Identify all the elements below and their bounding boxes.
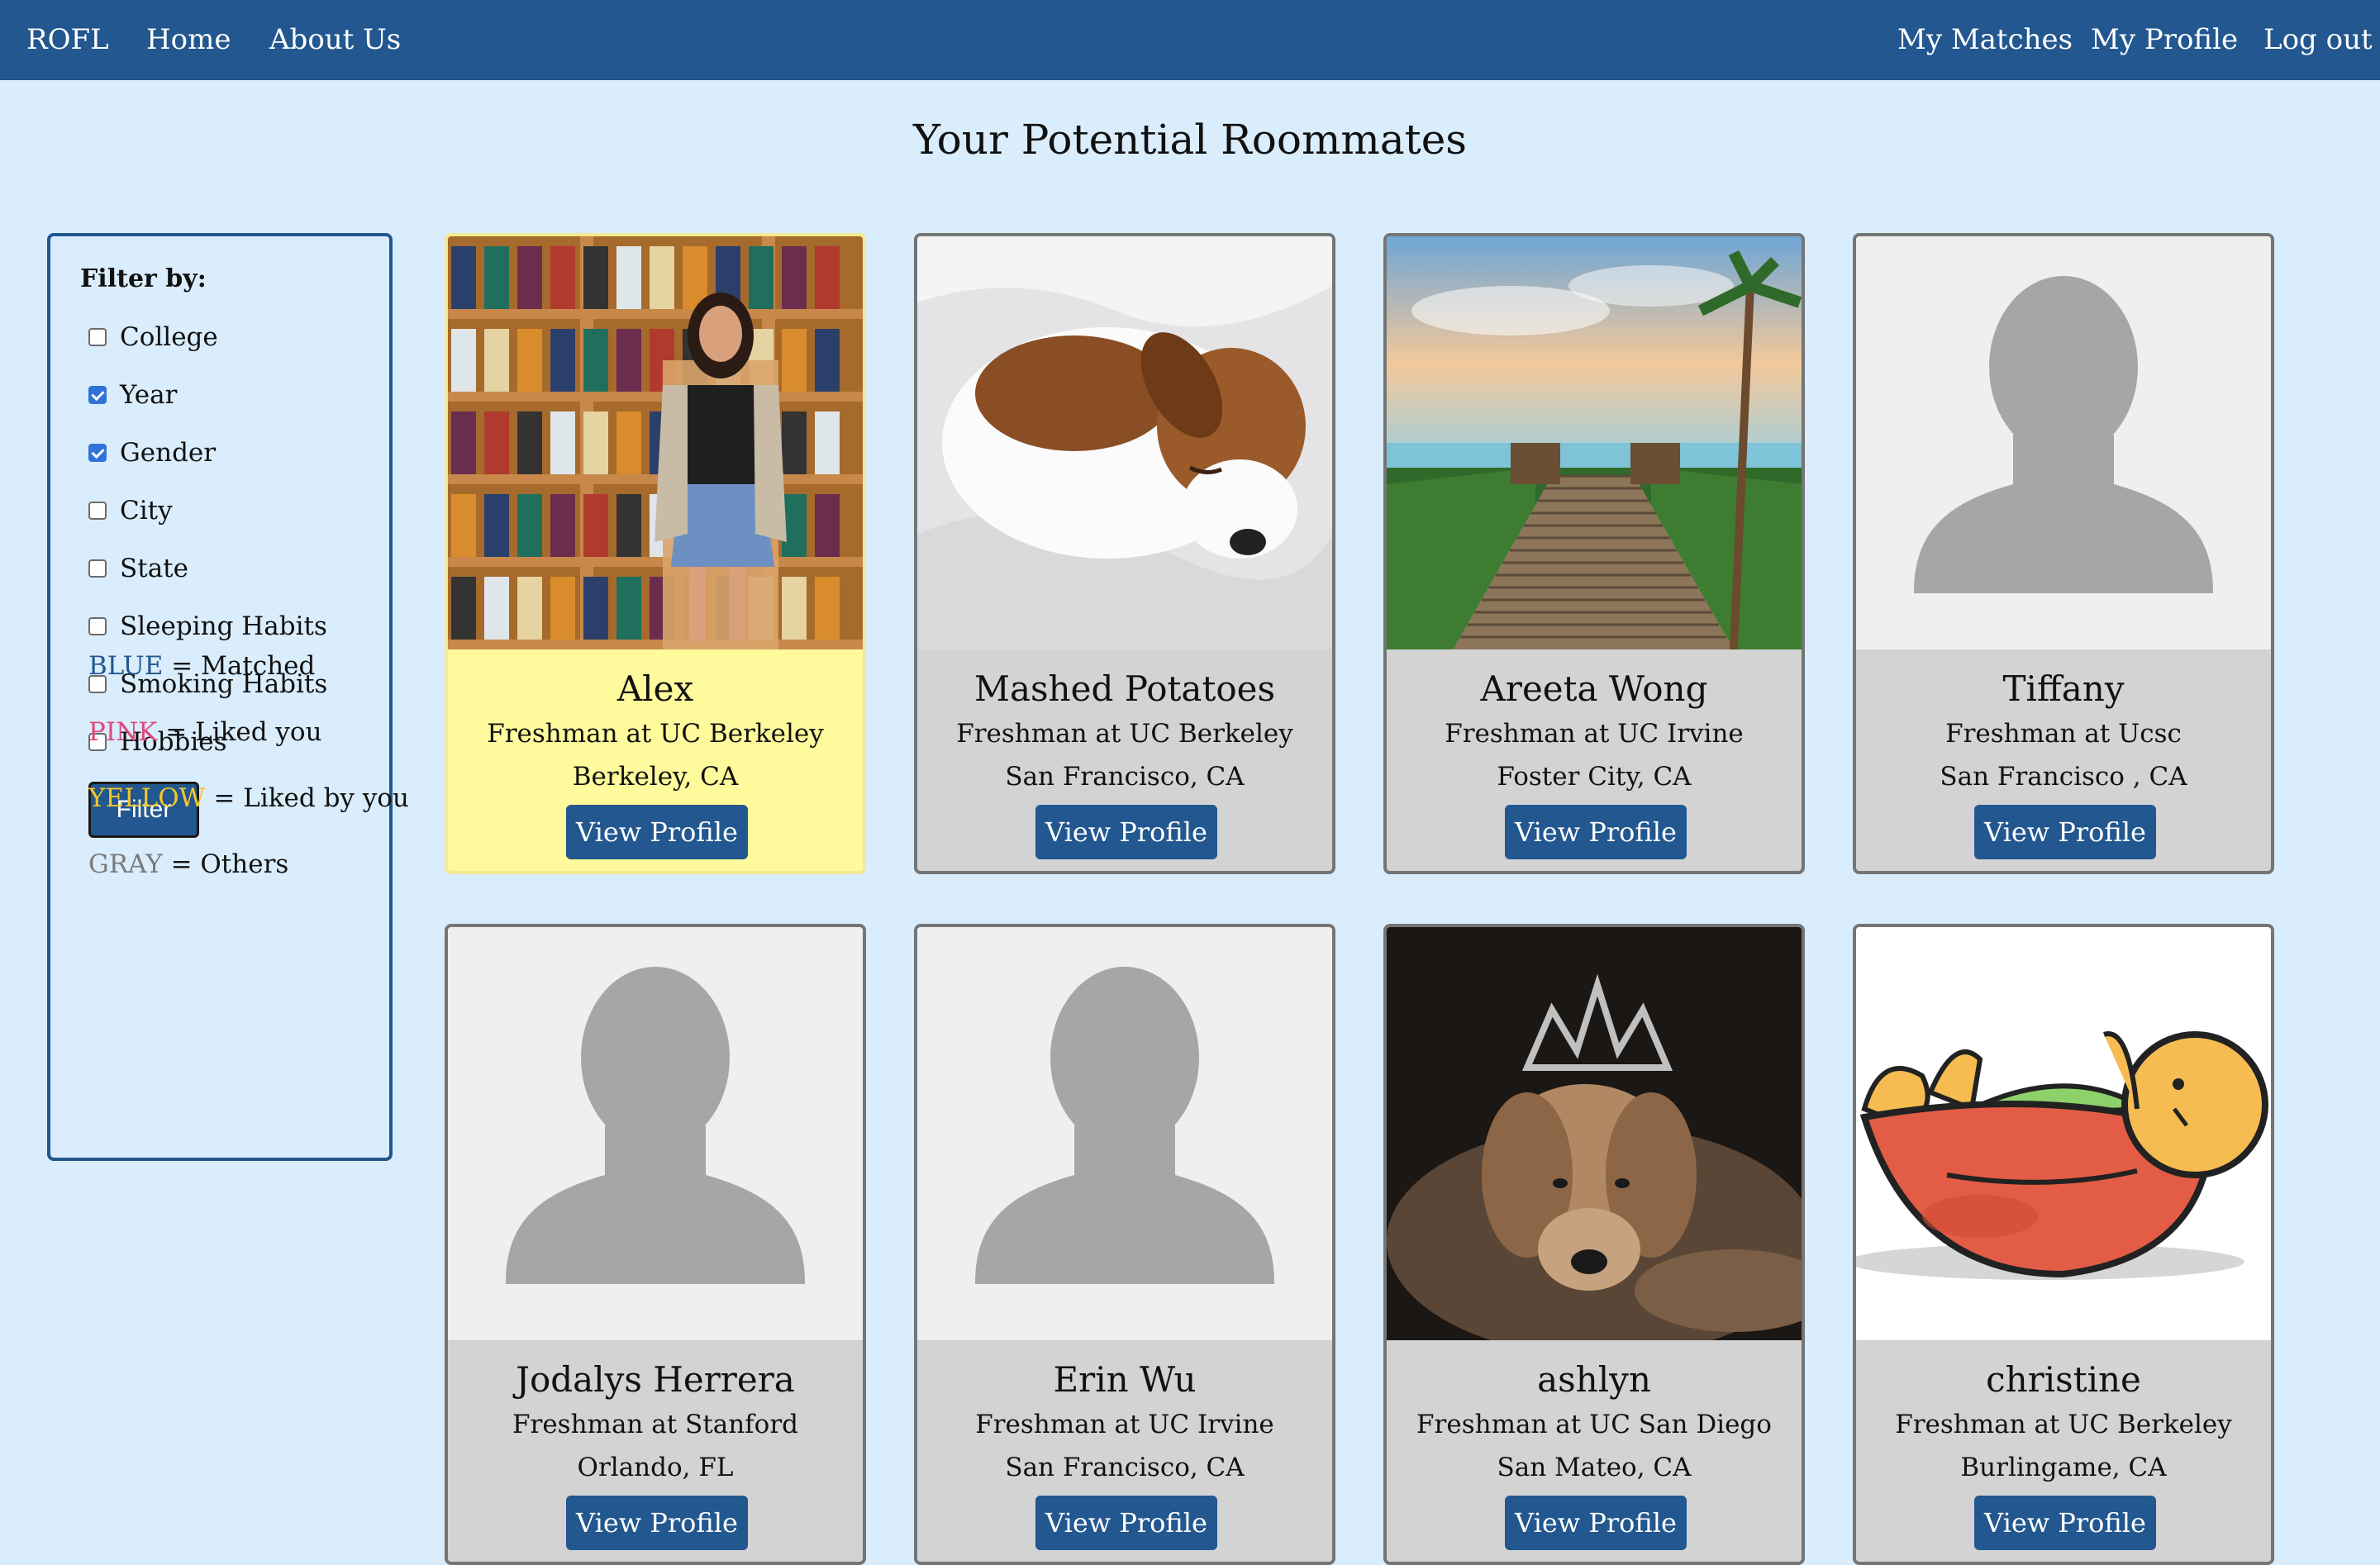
card-name: Tiffany xyxy=(2002,668,2125,709)
roommate-card: ashlyn Freshman at UC San Diego San Mateo,… xyxy=(1383,924,1805,1565)
profile-photo xyxy=(917,236,1332,649)
nav-my-profile-link[interactable]: My Profile xyxy=(2091,0,2238,80)
default-avatar-icon xyxy=(448,927,863,1340)
nav-my-matches-link[interactable]: My Matches xyxy=(1897,0,2073,80)
default-avatar-icon xyxy=(917,927,1332,1340)
filter-option-label: Sleeping Habits xyxy=(120,611,327,641)
filter-option-college[interactable]: College xyxy=(88,321,218,354)
filter-option-label: State xyxy=(120,554,188,583)
roommate-card: christine Freshman at UC Berkeley Burlinga… xyxy=(1853,924,2274,1565)
legend-description: = Matched xyxy=(171,651,316,681)
card-location: San Francisco, CA xyxy=(1005,1453,1245,1482)
roommate-card: Jodalys Herrera Freshman at Stanford Orlan… xyxy=(445,924,866,1565)
nav-logout-link[interactable]: Log out xyxy=(2263,0,2373,80)
legend-item: GRAY = Others xyxy=(88,849,288,879)
legend-description: = Liked by you xyxy=(213,783,409,813)
card-name: Alex xyxy=(616,668,694,709)
nav-about-link[interactable]: About Us xyxy=(269,0,401,80)
checkbox[interactable] xyxy=(88,444,107,462)
checkbox[interactable] xyxy=(88,328,107,346)
nav-brand-link[interactable]: ROFL xyxy=(26,0,109,80)
card-location: San Mateo, CA xyxy=(1497,1453,1692,1482)
filter-option-sleeping-habits[interactable]: Sleeping Habits xyxy=(88,610,327,643)
default-avatar-icon xyxy=(1856,236,2271,649)
card-location: San Francisco, CA xyxy=(1005,762,1245,792)
legend-color-word: PINK xyxy=(88,717,158,747)
roommate-card: Mashed Potatoes Freshman at UC Berkeley Sa… xyxy=(914,233,1335,874)
checkbox[interactable] xyxy=(88,386,107,404)
card-school: Freshman at Ucsc xyxy=(1945,719,2182,749)
filter-option-label: College xyxy=(120,322,218,352)
roommate-card: Alex Freshman at UC Berkeley Berkeley, CA V… xyxy=(445,233,866,874)
filter-heading: Filter by: xyxy=(80,264,207,293)
legend-color-word: BLUE xyxy=(88,651,164,681)
page-title: Your Potential Roommates xyxy=(913,116,1467,164)
filter-option-label: Year xyxy=(120,380,178,410)
checkbox[interactable] xyxy=(88,559,107,578)
filter-option-label: Gender xyxy=(120,438,217,468)
card-location: Orlando, FL xyxy=(577,1453,734,1482)
roommate-card: Areeta Wong Freshman at UC Irvine Foster C… xyxy=(1383,233,1805,874)
card-name: Areeta Wong xyxy=(1480,668,1708,709)
card-school: Freshman at UC Irvine xyxy=(975,1410,1274,1439)
card-school: Freshman at UC San Diego xyxy=(1416,1410,1772,1439)
card-school: Freshman at UC Berkeley xyxy=(1895,1410,2232,1439)
checkbox[interactable] xyxy=(88,617,107,635)
filter-panel: Filter by: College Year Gender City State Sle… xyxy=(47,233,409,1161)
card-name: ashlyn xyxy=(1537,1359,1651,1400)
card-location: Burlingame, CA xyxy=(1960,1453,2167,1482)
legend-description: = Liked you xyxy=(165,717,322,747)
card-name: Mashed Potatoes xyxy=(973,668,1276,709)
view-profile-button[interactable]: View Profile xyxy=(1974,805,2156,859)
view-profile-button[interactable]: View Profile xyxy=(566,805,748,859)
view-profile-button[interactable]: View Profile xyxy=(1974,1496,2156,1550)
nav-home-link[interactable]: Home xyxy=(146,0,231,80)
card-location: Berkeley, CA xyxy=(572,762,739,792)
profile-photo xyxy=(1387,236,1802,649)
profile-photo xyxy=(448,236,863,649)
filter-option-label: City xyxy=(120,496,173,526)
profile-photo xyxy=(1387,927,1802,1340)
card-location: San Francisco , CA xyxy=(1940,762,2187,792)
view-profile-button[interactable]: View Profile xyxy=(566,1496,748,1550)
card-name: Jodalys Herrera xyxy=(516,1359,795,1400)
filter-option-year[interactable]: Year xyxy=(88,378,177,411)
card-school: Freshman at Stanford xyxy=(512,1410,798,1439)
view-profile-button[interactable]: View Profile xyxy=(1035,805,1217,859)
filter-option-state[interactable]: State xyxy=(88,552,188,585)
card-school: Freshman at UC Berkeley xyxy=(487,719,824,749)
profile-photo xyxy=(1856,927,2271,1340)
view-profile-button[interactable]: View Profile xyxy=(1035,1496,1217,1550)
checkbox[interactable] xyxy=(88,502,107,520)
legend-color-word: GRAY xyxy=(88,849,163,879)
card-location: Foster City, CA xyxy=(1497,762,1692,792)
legend-item: PINK = Liked you xyxy=(88,717,322,747)
filter-option-city[interactable]: City xyxy=(88,494,173,527)
card-school: Freshman at UC Irvine xyxy=(1445,719,1744,749)
card-name: christine xyxy=(1986,1359,2141,1400)
filter-option-gender[interactable]: Gender xyxy=(88,436,216,469)
view-profile-button[interactable]: View Profile xyxy=(1505,1496,1687,1550)
legend-item: BLUE = Matched xyxy=(88,651,315,681)
legend-item: YELLOW = Liked by you xyxy=(88,783,409,813)
card-name: Erin Wu xyxy=(1053,1359,1197,1400)
top-navbar: ROFL Home About Us My Matches My Profile… xyxy=(0,0,2380,80)
roommate-card: Tiffany Freshman at Ucsc San Francisco , C… xyxy=(1853,233,2274,874)
legend-color-word: YELLOW xyxy=(88,783,206,813)
view-profile-button[interactable]: View Profile xyxy=(1505,805,1687,859)
legend-description: = Others xyxy=(170,849,289,879)
roommate-card: Erin Wu Freshman at UC Irvine San Francisc… xyxy=(914,924,1335,1565)
card-school: Freshman at UC Berkeley xyxy=(956,719,1293,749)
